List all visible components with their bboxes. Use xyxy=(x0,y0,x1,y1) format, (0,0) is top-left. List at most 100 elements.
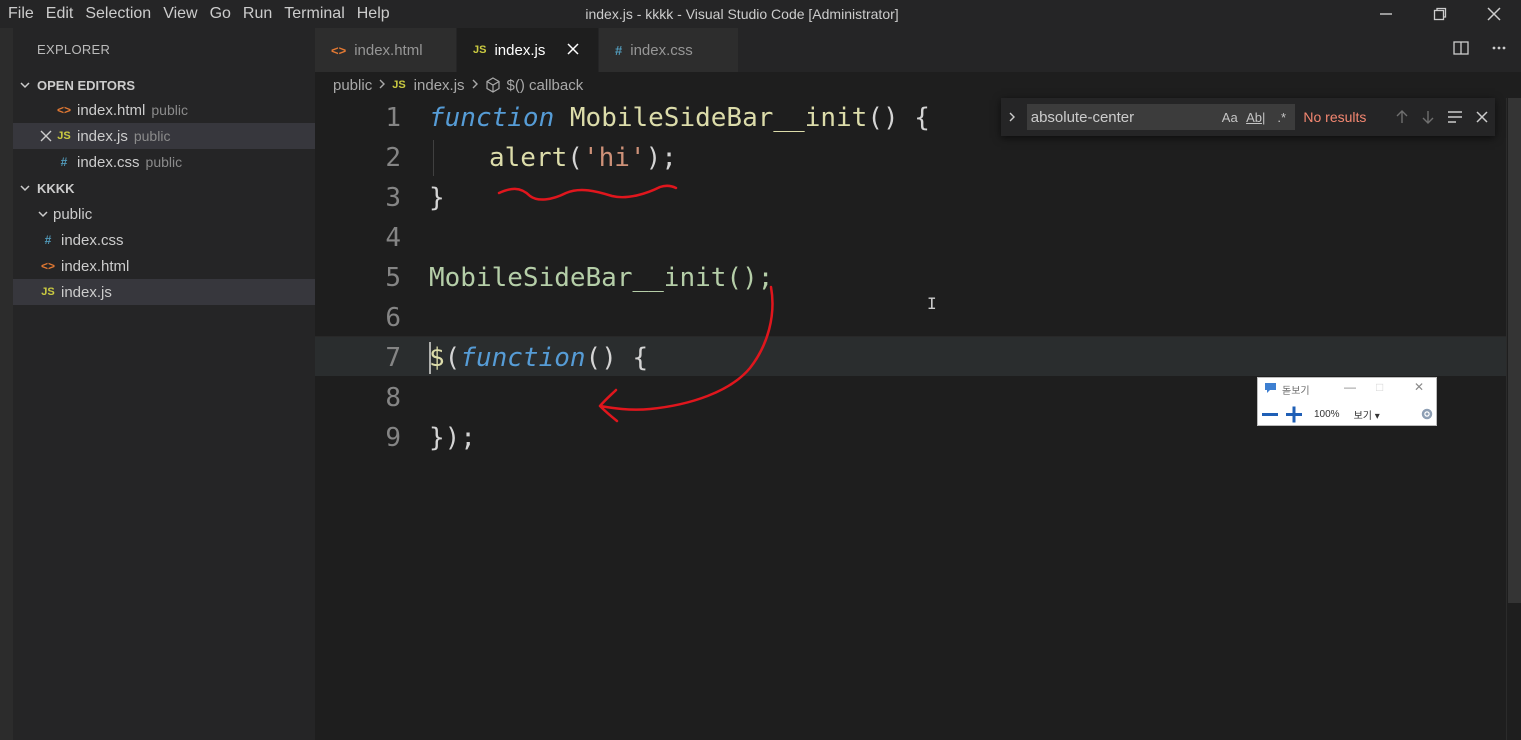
folder-public[interactable]: public xyxy=(13,201,315,227)
open-editor-filename: index.html xyxy=(77,101,146,119)
line-number: 9 xyxy=(385,423,401,453)
line-number: 4 xyxy=(385,223,401,253)
explorer-title: EXPLORER xyxy=(37,42,111,57)
open-editor-filename: index.js xyxy=(77,127,128,145)
find-in-selection-button[interactable] xyxy=(1442,104,1469,130)
open-editor-filename: index.css xyxy=(77,153,140,171)
js-icon: JS xyxy=(57,130,71,142)
file-name: index.css xyxy=(61,231,124,249)
menu-terminal[interactable]: Terminal xyxy=(278,0,350,28)
close-find-button[interactable] xyxy=(1468,104,1495,130)
editor-actions xyxy=(1453,28,1507,72)
find-widget: Aa Ab| .* No results xyxy=(1001,98,1495,136)
close-window-button[interactable] xyxy=(1467,0,1521,28)
magnifier-window[interactable]: 돋보기 — □ ✕ 100% 보기 ▾ xyxy=(1257,377,1437,426)
tab-index-css[interactable]: # index.css xyxy=(599,28,739,72)
scrollbar-thumb[interactable] xyxy=(1508,98,1521,603)
code-line-4: 4 xyxy=(315,218,1506,258)
selection-icon xyxy=(1448,111,1462,123)
next-match-button[interactable] xyxy=(1415,104,1442,130)
cube-icon xyxy=(485,77,501,93)
close-tab-icon[interactable] xyxy=(567,42,579,59)
chevron-down-icon xyxy=(20,185,30,192)
folder-name: public xyxy=(53,205,93,223)
code-text: MobileSideBar__init(); xyxy=(429,263,774,293)
open-editor-item-css[interactable]: # index.css public xyxy=(13,149,315,175)
menu-help[interactable]: Help xyxy=(351,0,396,28)
menu-run[interactable]: Run xyxy=(237,0,278,28)
split-editor-icon[interactable] xyxy=(1453,40,1469,61)
open-editor-folder: public xyxy=(133,128,171,144)
restore-button[interactable] xyxy=(1413,0,1467,28)
breadcrumb-symbol[interactable]: $() callback xyxy=(507,77,584,94)
toggle-replace-button[interactable] xyxy=(1001,98,1023,136)
code-text: function MobileSideBar__init() { xyxy=(429,103,930,133)
vertical-scrollbar[interactable] xyxy=(1506,98,1521,740)
tab-index-html[interactable]: <> index.html xyxy=(315,28,457,72)
maximize-icon[interactable]: □ xyxy=(1376,380,1383,394)
text-cursor xyxy=(429,342,431,374)
title-bar: File Edit Selection View Go Run Terminal… xyxy=(0,0,1521,28)
css-icon: # xyxy=(615,42,623,58)
menu-view[interactable]: View xyxy=(157,0,203,28)
arrow-down-icon xyxy=(1422,111,1434,124)
close-icon xyxy=(1476,111,1488,123)
zoom-in-icon[interactable] xyxy=(1284,404,1304,424)
code-line-2: 2 alert('hi'); xyxy=(315,138,1506,178)
use-regex-toggle[interactable]: .* xyxy=(1269,110,1295,125)
magnifier-toolbar: 100% 보기 ▾ xyxy=(1260,404,1436,424)
file-name: index.js xyxy=(61,283,112,301)
menu-bar: File Edit Selection View Go Run Terminal… xyxy=(0,0,396,28)
gear-icon[interactable] xyxy=(1420,407,1434,421)
close-icon[interactable]: ✕ xyxy=(1414,380,1424,394)
previous-match-button[interactable] xyxy=(1388,104,1415,130)
html-icon: <> xyxy=(40,259,55,273)
js-icon: JS xyxy=(41,286,55,298)
explorer-sidebar: EXPLORER OPEN EDITORS <> index.html publ… xyxy=(0,28,315,740)
tab-label: index.html xyxy=(354,41,423,59)
zoom-level: 100% xyxy=(1314,408,1340,420)
breadcrumb: public JS index.js $() callback xyxy=(315,72,1521,98)
open-editor-item-js[interactable]: JS index.js public xyxy=(13,123,315,149)
breadcrumb-file[interactable]: index.js xyxy=(414,77,465,94)
chevron-down-icon xyxy=(33,208,53,220)
open-editor-folder: public xyxy=(145,154,183,170)
file-name: index.html xyxy=(61,257,130,275)
match-whole-word-toggle[interactable]: Ab| xyxy=(1243,110,1269,125)
open-editor-item-html[interactable]: <> index.html public xyxy=(13,97,315,123)
css-icon: # xyxy=(44,233,52,247)
chevron-down-icon xyxy=(20,82,30,89)
match-case-toggle[interactable]: Aa xyxy=(1217,110,1243,125)
html-icon: <> xyxy=(331,42,347,58)
menu-selection[interactable]: Selection xyxy=(79,0,157,28)
minimize-button[interactable] xyxy=(1359,0,1413,28)
line-number: 1 xyxy=(385,103,401,133)
tab-label: index.js xyxy=(494,41,546,59)
menu-go[interactable]: Go xyxy=(204,0,237,28)
menu-edit[interactable]: Edit xyxy=(40,0,80,28)
file-item-js[interactable]: JS index.js xyxy=(13,279,315,305)
find-input[interactable] xyxy=(1026,108,1217,126)
restore-icon xyxy=(1433,7,1447,21)
minimize-icon[interactable]: — xyxy=(1344,380,1356,394)
view-menu-button[interactable]: 보기 ▾ xyxy=(1354,407,1380,422)
zoom-out-icon[interactable] xyxy=(1260,404,1280,424)
find-input-box: Aa Ab| .* xyxy=(1026,104,1296,130)
workspace-header[interactable]: KKKK xyxy=(13,177,315,199)
code-line-5: 5 MobileSideBar__init(); xyxy=(315,258,1506,298)
chevron-right-icon xyxy=(471,77,479,94)
window-controls xyxy=(1359,0,1521,28)
tab-index-js[interactable]: JS index.js xyxy=(457,28,599,72)
open-editor-folder: public xyxy=(151,102,188,118)
open-editors-header[interactable]: OPEN EDITORS xyxy=(13,74,315,96)
code-line-6: 6 xyxy=(315,298,1506,338)
file-item-html[interactable]: <> index.html xyxy=(13,253,315,279)
more-actions-icon[interactable] xyxy=(1491,40,1507,61)
close-editor-icon[interactable] xyxy=(37,130,55,142)
chevron-right-icon xyxy=(1009,112,1015,122)
line-number: 5 xyxy=(385,263,401,293)
file-item-css[interactable]: # index.css xyxy=(13,227,315,253)
html-icon: <> xyxy=(56,103,71,117)
menu-file[interactable]: File xyxy=(2,0,40,28)
breadcrumb-folder[interactable]: public xyxy=(333,77,372,94)
